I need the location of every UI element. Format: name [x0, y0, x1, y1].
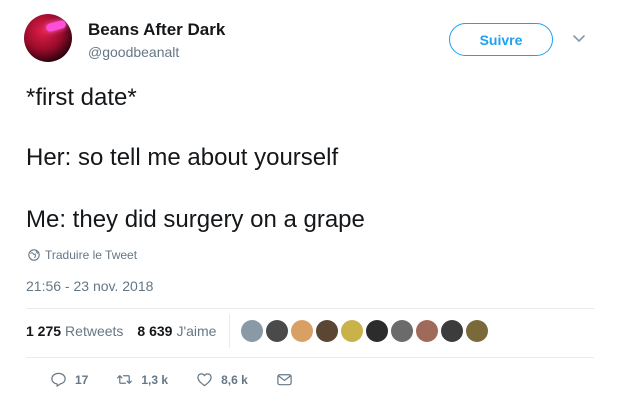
divider [26, 357, 594, 358]
heart-icon [197, 373, 212, 387]
globe-icon [28, 249, 40, 261]
tweet-actions: 17 1,3 k 8,6 k [50, 371, 321, 388]
reply-count: 17 [75, 372, 89, 387]
translate-tweet-link[interactable]: Traduire le Tweet [28, 248, 137, 262]
translate-label: Traduire le Tweet [45, 248, 138, 262]
stats-separator [229, 314, 230, 348]
author-avatar[interactable] [24, 14, 72, 62]
retweet-icon [117, 375, 133, 384]
liker-avatar[interactable] [291, 320, 313, 342]
tweet-stats: 1 275 Retweets 8 639 J'aime [26, 323, 230, 339]
reply-button[interactable]: 17 [50, 371, 88, 388]
tweet-text-line: Her: so tell me about yourself [26, 144, 339, 171]
liker-avatar[interactable] [341, 320, 363, 342]
like-count: 8,6 k [221, 372, 248, 387]
divider [26, 308, 594, 309]
avatar-glow [45, 19, 67, 33]
retweet-button[interactable]: 1,3 k [116, 371, 168, 388]
liker-avatar[interactable] [391, 320, 413, 342]
author-handle[interactable]: @goodbeanalt [88, 44, 179, 60]
reply-icon [51, 372, 66, 387]
likes-label[interactable]: J'aime [176, 323, 216, 339]
tweet-timestamp[interactable]: 21:56 - 23 nov. 2018 [26, 278, 153, 294]
retweet-count: 1,3 k [141, 372, 169, 387]
liker-avatar[interactable] [241, 320, 263, 342]
likes-count[interactable]: 8 639 [137, 323, 172, 339]
follow-button[interactable]: Suivre [449, 23, 553, 56]
liker-avatar[interactable] [441, 320, 463, 342]
author-display-name[interactable]: Beans After Dark [88, 20, 225, 40]
liker-avatar[interactable] [366, 320, 388, 342]
retweets-label[interactable]: Retweets [65, 323, 123, 339]
liker-avatars [241, 320, 488, 342]
like-button[interactable]: 8,6 k [196, 371, 248, 388]
retweets-count[interactable]: 1 275 [26, 323, 61, 339]
liker-avatar[interactable] [266, 320, 288, 342]
tweet-text-line: *first date* [26, 84, 137, 111]
tweet-text-line: Me: they did surgery on a grape [26, 206, 365, 233]
liker-avatar[interactable] [316, 320, 338, 342]
liker-avatar[interactable] [416, 320, 438, 342]
direct-message-button[interactable] [276, 371, 293, 388]
liker-avatar[interactable] [466, 320, 488, 342]
chevron-down-icon[interactable] [571, 30, 587, 46]
envelope-icon [277, 374, 292, 386]
